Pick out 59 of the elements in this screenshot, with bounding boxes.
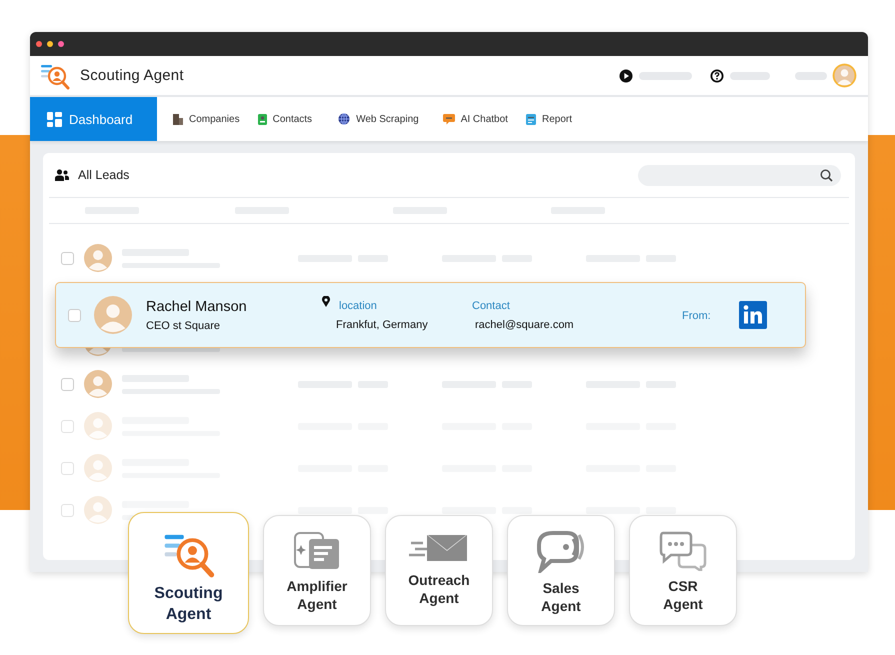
placeholder-bar [730,72,770,80]
lead-email: rachel@square.com [475,318,575,330]
report-icon [526,114,536,124]
globe-icon [338,113,350,125]
nav-tab[interactable]: Companies [165,97,250,141]
avatar-icon [84,244,112,272]
avatar-icon [84,496,112,524]
play-icon[interactable] [619,68,633,82]
chat-icon [442,114,455,124]
checkbox[interactable] [61,504,74,516]
agent-card[interactable]: Sales Agent [507,515,615,626]
avatar-icon [84,370,112,398]
field-label: Contact [472,300,511,312]
source-label: From: [682,310,711,322]
placeholder-bar [795,72,827,80]
checkbox[interactable] [68,308,81,322]
placeholder-bar [442,506,496,514]
lead-location: Frankfut, Germany [336,318,429,330]
building-icon [173,114,183,124]
checkbox[interactable] [61,420,74,432]
lead-name: Rachel Manson [146,298,248,314]
avatar-icon [84,454,112,482]
placeholder-bar [358,506,388,514]
section-title: All Leads [78,168,130,182]
search-field[interactable] [638,164,841,186]
agent-card[interactable]: Outreach Agent [385,515,493,626]
checkbox[interactable] [61,462,74,474]
search-icon [820,168,833,182]
users-icon [55,169,69,181]
checkbox[interactable] [61,252,74,264]
placeholder-bar [646,506,676,514]
nav-tab[interactable]: Contacts [250,97,322,141]
linkedin-icon [738,301,767,329]
avatar-icon [94,296,132,334]
nav-tab[interactable]: AI Chatbot [434,97,518,141]
agent-card[interactable]: Scouting Agent [128,512,249,634]
placeholder-bar [298,506,352,514]
contact-card-icon [258,114,267,124]
placeholder-bar [639,72,692,80]
field-label: location [339,300,378,312]
location-pin-icon [322,296,330,307]
checkbox[interactable] [61,378,74,390]
agent-card[interactable]: CSR Agent [629,515,737,626]
avatar-icon [84,412,112,440]
nav-tab[interactable]: Report [518,97,582,141]
nav-tab[interactable]: Web Scraping [330,97,429,141]
chat-bubbles-icon [659,531,707,571]
avatar-icon[interactable] [832,63,857,88]
placeholder-bar [502,506,532,514]
lead-card[interactable]: Rachel Manson CEO st Square location Frankfut, Germany Contact rachel@square.com From: [55,282,806,348]
app-title: Scouting Agent [80,67,184,84]
nav-tab[interactable]: Dashboard [30,97,157,141]
grid-icon [47,112,62,126]
agent-card[interactable]: Amplifier Agent [263,515,371,626]
speech-bubble-icon [537,531,585,573]
help-icon[interactable] [710,68,724,82]
placeholder-bar [586,506,640,514]
lead-role: CEO st Square [146,320,221,332]
document-sparkle-icon [293,531,341,571]
